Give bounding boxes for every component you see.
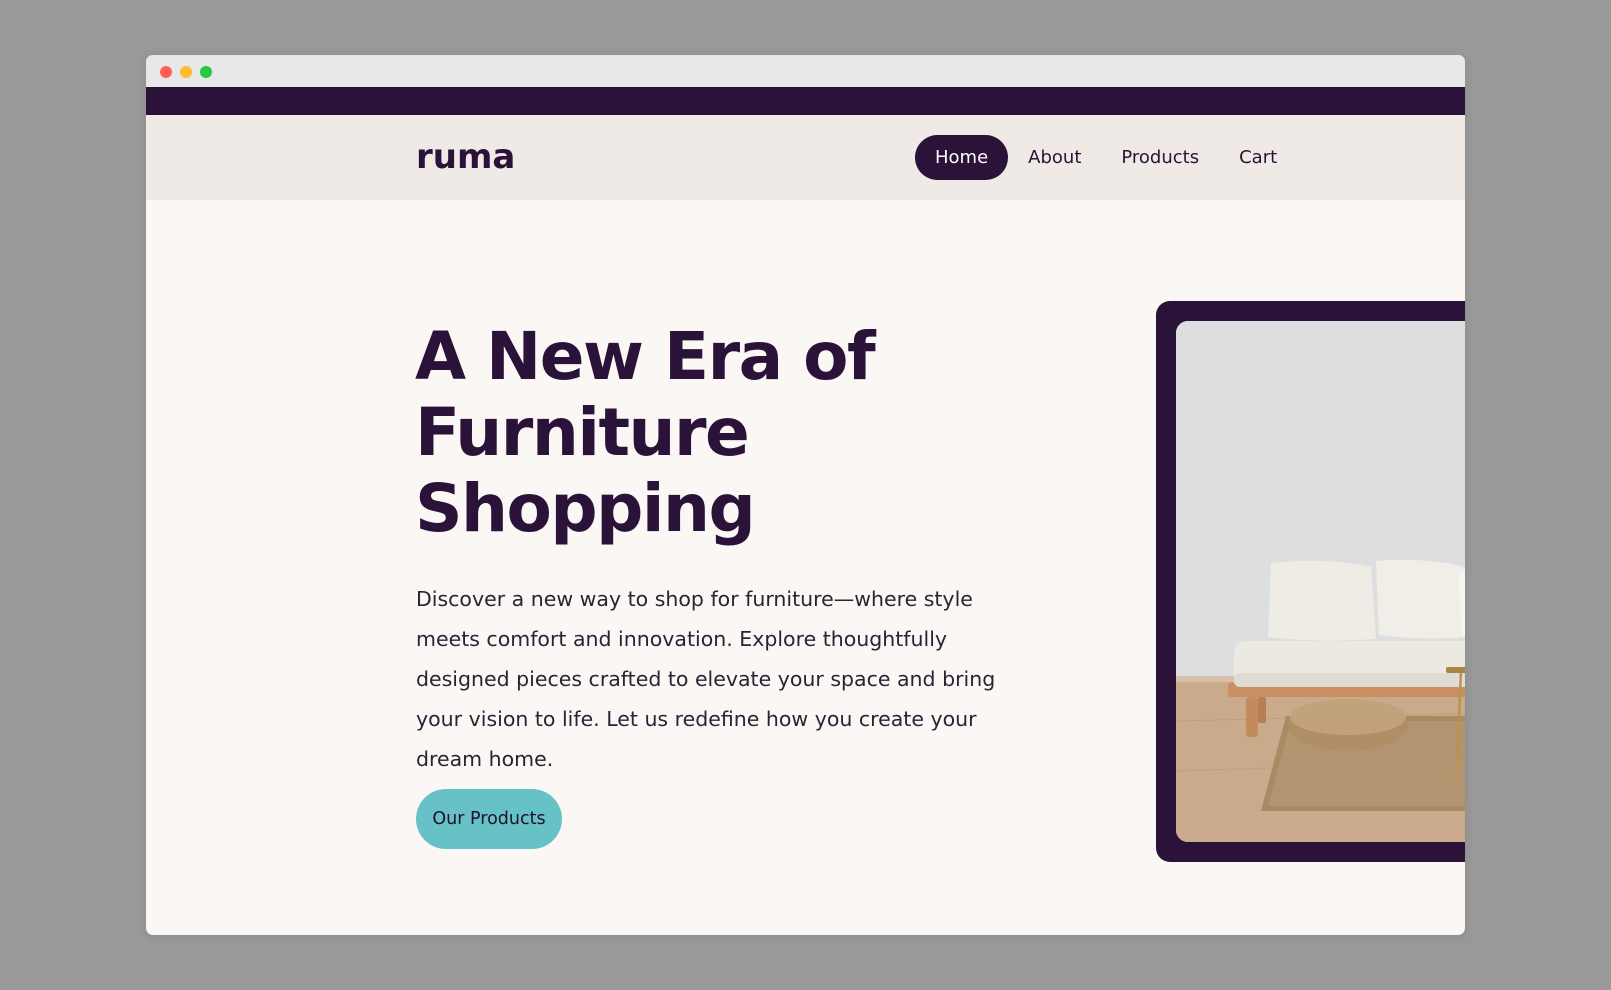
window-titlebar [146, 55, 1465, 87]
maximize-window-button[interactable] [200, 66, 212, 78]
main-nav: Home About Products Cart [915, 135, 1297, 180]
nav-item-products[interactable]: Products [1101, 135, 1219, 180]
nav-item-about[interactable]: About [1008, 135, 1101, 180]
our-products-button[interactable]: Our Products [416, 789, 562, 849]
hero-title: A New Era of Furniture Shopping [415, 319, 1035, 547]
site-logo[interactable]: ruma [416, 137, 515, 177]
nav-item-cart[interactable]: Cart [1219, 135, 1297, 180]
hero-title-line-1: A New Era of [415, 318, 876, 395]
browser-window: ruma Home About Products Cart A New Era … [146, 55, 1465, 935]
hero-title-line-2: Furniture [415, 394, 750, 471]
nav-item-home[interactable]: Home [915, 135, 1009, 180]
site-header: ruma Home About Products Cart [146, 115, 1465, 200]
hero-image-frame [1156, 301, 1465, 862]
hero-description: Discover a new way to shop for furniture… [416, 587, 996, 771]
close-window-button[interactable] [160, 66, 172, 78]
announcement-bar [146, 87, 1465, 115]
hero-title-line-3: Shopping [415, 470, 756, 547]
sofa-photo [1176, 321, 1465, 842]
minimize-window-button[interactable] [180, 66, 192, 78]
